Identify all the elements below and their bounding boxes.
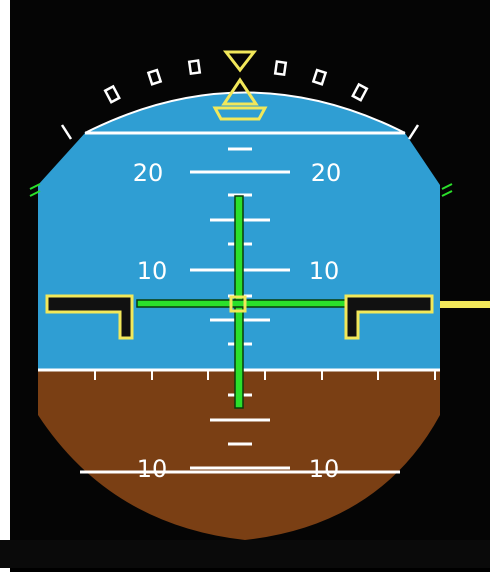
pitch-label-10-lower-right: 10 bbox=[309, 455, 340, 483]
speed-reference-bar bbox=[440, 301, 490, 308]
pitch-label-20-right: 20 bbox=[311, 159, 342, 187]
bottom-strip bbox=[0, 540, 490, 568]
pitch-label-10-left: 10 bbox=[137, 257, 168, 285]
pitch-label-10-right: 10 bbox=[309, 257, 340, 285]
primary-flight-display: 20 20 10 10 10 10 bbox=[0, 0, 490, 568]
attitude-indicator: 20 20 10 10 10 10 bbox=[10, 0, 490, 568]
pitch-label-10-lower-left: 10 bbox=[137, 455, 168, 483]
pitch-label-20-left: 20 bbox=[133, 159, 164, 187]
